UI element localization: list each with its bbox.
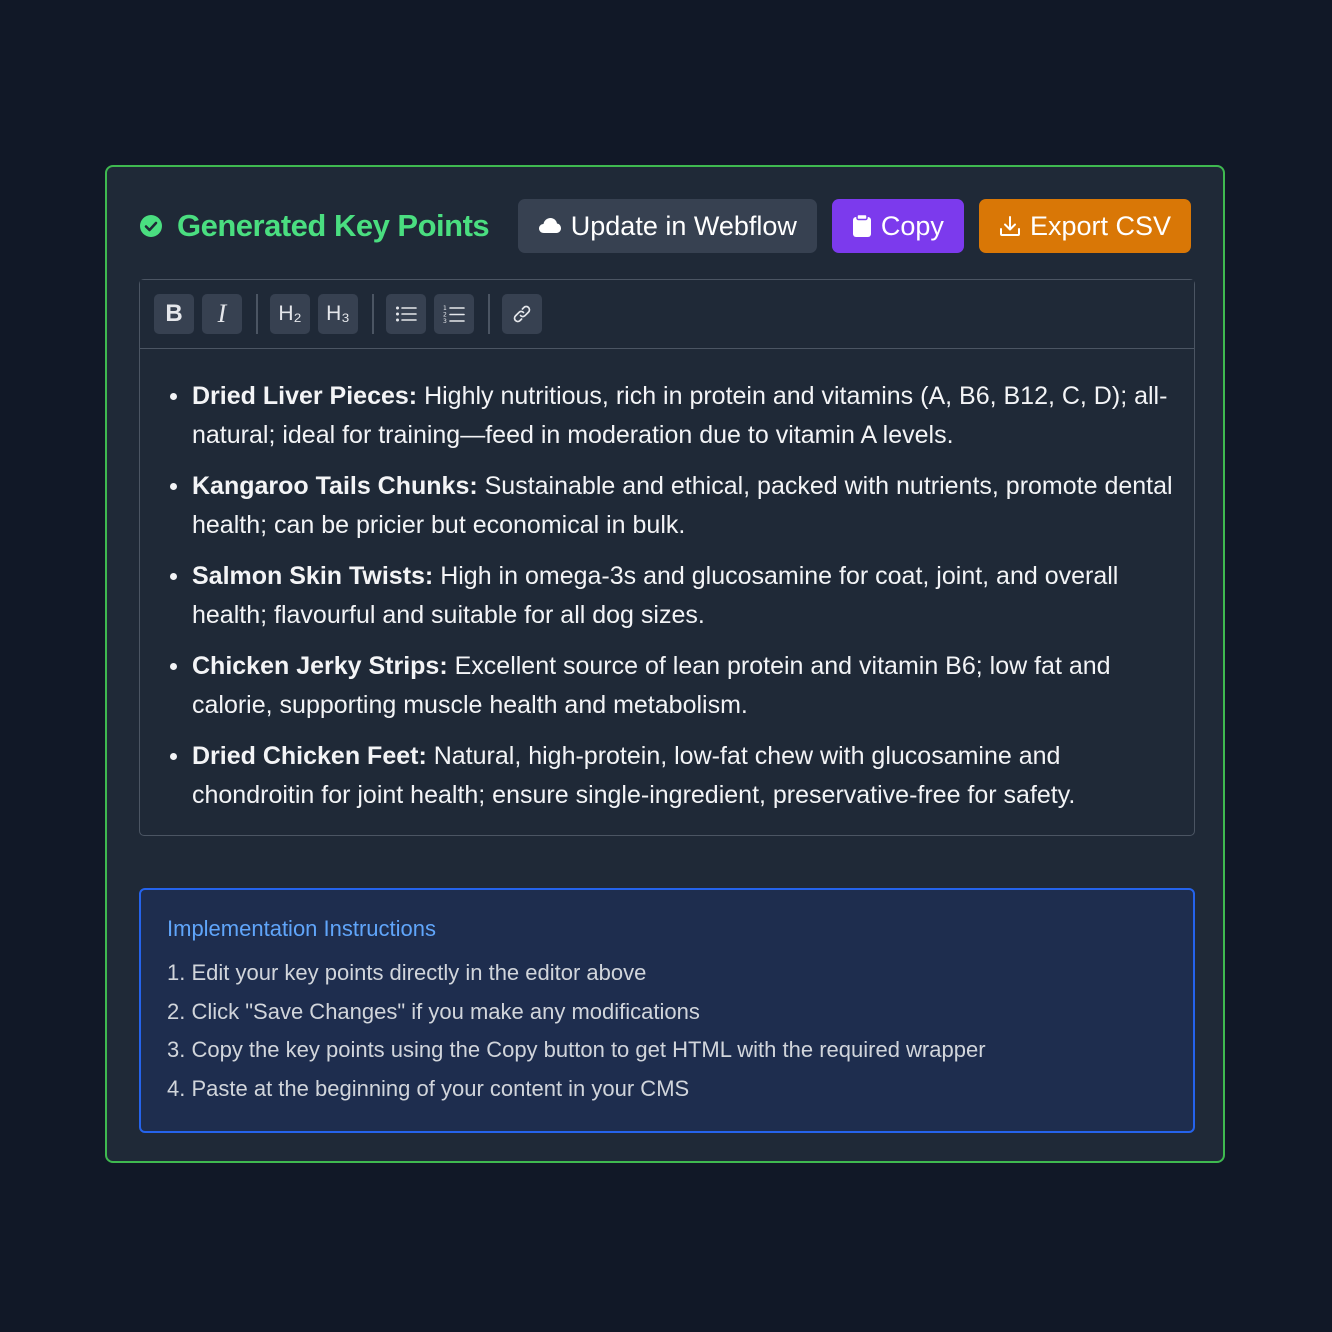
- key-point-label: Dried Liver Pieces:: [192, 382, 418, 410]
- key-points-list: Dried Liver Pieces: Highly nutritious, r…: [170, 377, 1174, 814]
- update-in-webflow-label: Update in Webflow: [570, 210, 797, 241]
- key-point-label: Chicken Jerky Strips:: [192, 652, 448, 680]
- list-item: Kangaroo Tails Chunks: Sustainable and e…: [170, 467, 1174, 544]
- instruction-item: 4. Paste at the beginning of your conten…: [167, 1075, 690, 1101]
- title-group: Generated Key Points: [139, 208, 503, 244]
- card-header: Generated Key Points Update in Webflow C…: [139, 199, 1191, 253]
- heading-2-icon: H₂: [278, 302, 302, 325]
- toolbar-divider: [256, 294, 258, 334]
- link-icon: [513, 305, 531, 323]
- copy-button[interactable]: Copy: [831, 199, 964, 253]
- clipboard-icon: [852, 214, 871, 237]
- bullet-dot: [170, 573, 177, 580]
- list-item: Salmon Skin Twists: High in omega-3s and…: [170, 557, 1174, 634]
- toolbar-divider: [488, 294, 490, 334]
- key-point-label: Salmon Skin Twists:: [192, 562, 434, 590]
- numbered-list-button[interactable]: 1 2 3: [434, 294, 474, 334]
- instruction-item: 3. Copy the key points using the Copy bu…: [167, 1037, 986, 1062]
- bullet-dot: [170, 483, 177, 490]
- numbered-list-icon: 1 2 3: [443, 305, 465, 324]
- rich-text-editor: B I H₂ H₃ 1 2 3 Dried Liver Pieces: High…: [139, 279, 1195, 836]
- list-item: Chicken Jerky Strips: Excellent source o…: [170, 647, 1174, 724]
- heading-3-button[interactable]: H₃: [318, 294, 358, 334]
- list-item: Dried Liver Pieces: Highly nutritious, r…: [170, 377, 1174, 454]
- export-csv-label: Export CSV: [1029, 210, 1171, 241]
- link-button[interactable]: [502, 294, 542, 334]
- heading-3-icon: H₃: [326, 302, 350, 325]
- bullet-list-icon: [396, 306, 417, 322]
- implementation-instructions-panel: Implementation Instructions 1. Edit your…: [139, 888, 1195, 1133]
- key-point-label: Dried Chicken Feet:: [192, 742, 427, 770]
- svg-text:3: 3: [443, 318, 447, 324]
- export-csv-button[interactable]: Export CSV: [978, 199, 1191, 253]
- check-circle-icon: [140, 215, 162, 237]
- key-point-label: Kangaroo Tails Chunks:: [192, 472, 478, 500]
- instruction-item: 1. Edit your key points directly in the …: [167, 960, 647, 985]
- toolbar-divider: [372, 294, 374, 334]
- italic-button[interactable]: I: [202, 294, 242, 334]
- bullet-dot: [170, 393, 177, 400]
- key-points-card: Generated Key Points Update in Webflow C…: [105, 165, 1225, 1163]
- cloud-icon: [538, 218, 561, 233]
- list-item: Dried Chicken Feet: Natural, high-protei…: [170, 737, 1174, 814]
- bold-button[interactable]: B: [154, 294, 194, 334]
- editor-toolbar: B I H₂ H₃ 1 2 3: [140, 280, 1194, 349]
- page-title: Generated Key Points: [177, 208, 490, 243]
- download-icon: [999, 216, 1020, 236]
- heading-2-button[interactable]: H₂: [270, 294, 310, 334]
- bullet-dot: [170, 753, 177, 760]
- italic-icon: I: [217, 299, 227, 328]
- bullet-dot: [170, 663, 177, 670]
- instructions-title: Implementation Instructions: [167, 916, 437, 941]
- editor-content[interactable]: Dried Liver Pieces: Highly nutritious, r…: [140, 349, 1194, 814]
- bullet-list-button[interactable]: [386, 294, 426, 334]
- bold-icon: B: [165, 300, 183, 327]
- instruction-item: 2. Click "Save Changes" if you make any …: [167, 998, 700, 1024]
- update-in-webflow-button[interactable]: Update in Webflow: [517, 199, 817, 253]
- copy-label: Copy: [880, 210, 944, 241]
